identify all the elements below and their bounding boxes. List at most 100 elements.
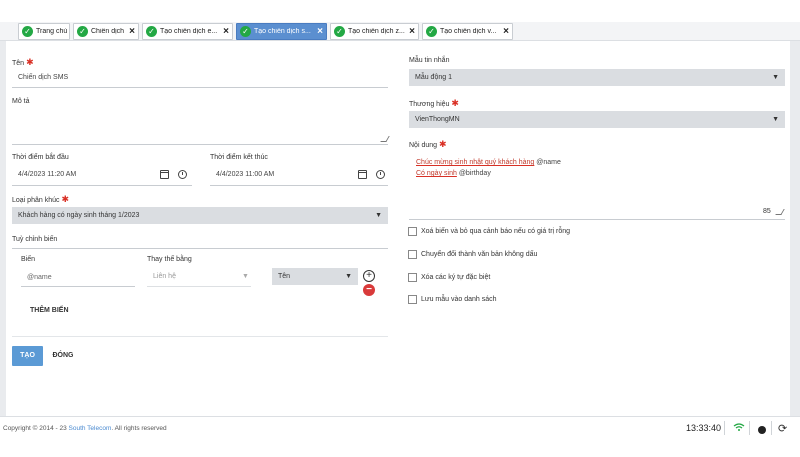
message-text: Có ngày sinh: [416, 170, 457, 177]
close-icon[interactable]: ×: [500, 26, 512, 37]
remove-row-button[interactable]: −: [363, 284, 375, 296]
check-circle-icon: ✓: [22, 26, 33, 37]
brand-value: VienThongMN: [415, 116, 460, 123]
tab-create-zalo-campaign[interactable]: ✓ Tạo chiến dịch z... ×: [330, 23, 419, 40]
option-label: Chuyển đổi thành văn bản không dấu: [421, 251, 538, 258]
top-bar: [0, 0, 800, 22]
divider: [724, 421, 725, 435]
check-circle-icon: ✓: [240, 26, 251, 37]
variable-name: @name: [27, 274, 52, 281]
description-textarea[interactable]: [12, 144, 388, 145]
add-variable-button[interactable]: THÊM BIẾN: [30, 307, 69, 314]
message-token: @name: [536, 159, 561, 166]
brand-link[interactable]: South Telecom: [69, 425, 112, 432]
brand-label: Thương hiệu ✱: [409, 98, 459, 108]
name-input[interactable]: Chiến dịch SMS: [18, 74, 68, 81]
template-value: Mẫu động 1: [415, 74, 452, 81]
clock-icon[interactable]: [178, 170, 187, 179]
close-icon[interactable]: ×: [220, 26, 232, 37]
required-asterisk: ✱: [26, 57, 34, 67]
divider: [749, 421, 750, 435]
variable-column-header: Biến: [21, 256, 36, 263]
tab-label: Tạo chiến dịch e...: [160, 28, 218, 35]
message-content-textarea[interactable]: Chúc mừng sinh nhật quý khách hàng @name…: [416, 157, 561, 179]
end-time-input[interactable]: 4/4/2023 11:00 AM: [216, 171, 274, 178]
resize-handle-icon[interactable]: [380, 136, 390, 142]
calendar-icon[interactable]: [358, 170, 367, 179]
tab-campaigns[interactable]: ✓ Chiến dịch ×: [73, 23, 139, 40]
segment-select[interactable]: Khách hàng có ngày sinh tháng 1/2023 ▼: [12, 207, 388, 224]
tab-label: Trang chủ: [36, 28, 68, 35]
wifi-icon: [733, 423, 745, 431]
chevron-down-icon: ▼: [375, 212, 382, 219]
clock-icon[interactable]: [376, 170, 385, 179]
status-dot-icon: [758, 426, 766, 434]
customize-variables-label: Tuỳ chỉnh biến: [12, 236, 58, 243]
add-row-button[interactable]: +: [363, 270, 375, 282]
character-count: 85: [763, 208, 771, 215]
description-label: Mô tả: [12, 98, 30, 105]
replace-source-underline: [147, 286, 251, 287]
close-button[interactable]: ĐÓNG: [48, 346, 78, 366]
checkbox-save-template[interactable]: [408, 295, 417, 304]
tab-home[interactable]: ✓ Trang chủ: [18, 23, 70, 40]
checkbox-remove-empty-vars[interactable]: [408, 227, 417, 236]
option-label: Lưu mẫu vào danh sách: [421, 296, 497, 303]
name-underline: [12, 87, 388, 88]
tab-create-sms-campaign[interactable]: ✓ Tạo chiến dịch s... ×: [236, 23, 327, 40]
footer: Copyright © 2014 - 23 South Telecom. All…: [0, 416, 800, 457]
close-icon[interactable]: ×: [126, 26, 138, 37]
content-label: Nội dung ✱: [409, 139, 447, 149]
create-button[interactable]: TẠO: [12, 346, 43, 366]
required-asterisk: ✱: [439, 139, 447, 149]
replace-column-header: Thay thế bằng: [147, 256, 192, 263]
check-circle-icon: ✓: [334, 26, 345, 37]
chevron-down-icon: ▼: [772, 74, 779, 81]
copyright-text: Copyright © 2014 - 23 South Telecom. All…: [3, 425, 167, 432]
template-label: Mẫu tin nhắn: [409, 57, 450, 64]
start-time-label: Thời điểm bắt đầu: [12, 154, 69, 161]
close-icon[interactable]: ×: [406, 26, 418, 37]
tab-create-voice-campaign[interactable]: ✓ Tạo chiến dịch v... ×: [422, 23, 513, 40]
chevron-down-icon: ▼: [242, 273, 249, 280]
option-label: Xoá biến và bỏ qua cảnh báo nếu có giá t…: [421, 228, 571, 235]
tab-bar: ✓ Trang chủ ✓ Chiến dịch × ✓ Tạo chiến d…: [0, 22, 800, 41]
name-label: Tên ✱: [12, 57, 34, 67]
section-divider: [12, 336, 388, 337]
variable-underline: [21, 286, 135, 287]
customize-divider: [12, 248, 388, 249]
tab-create-email-campaign[interactable]: ✓ Tạo chiến dịch e... ×: [142, 23, 233, 40]
check-circle-icon: ✓: [146, 26, 157, 37]
message-text: Chúc mừng sinh nhật quý khách hàng: [416, 159, 535, 166]
replace-field-select[interactable]: Tên ▼: [272, 268, 358, 285]
tab-label: Tạo chiến dịch z...: [348, 28, 405, 35]
tab-label: Tạo chiến dịch s...: [254, 28, 311, 35]
check-circle-icon: ✓: [426, 26, 437, 37]
option-label: Xóa các ký tự đặc biệt: [421, 274, 491, 281]
start-time-input[interactable]: 4/4/2023 11:20 AM: [18, 171, 76, 178]
replace-source-select[interactable]: Liên hệ: [153, 273, 176, 280]
segment-label: Loại phân khúc ✱: [12, 194, 70, 204]
template-select[interactable]: Mẫu động 1 ▼: [409, 69, 785, 86]
refresh-icon[interactable]: ⟳: [778, 422, 787, 435]
message-token: @birthday: [458, 170, 491, 177]
replace-field-value: Tên: [278, 273, 291, 280]
calendar-icon[interactable]: [160, 170, 169, 179]
check-circle-icon: ✓: [77, 26, 88, 37]
required-asterisk: ✱: [451, 98, 459, 108]
divider: [771, 421, 772, 435]
close-icon[interactable]: ×: [314, 26, 326, 37]
end-time-label: Thời điểm kết thúc: [210, 154, 268, 161]
checkbox-unaccent-text[interactable]: [408, 250, 417, 259]
campaign-form: Tên ✱ Chiến dịch SMS Mô tả Thời điểm bắt …: [6, 41, 790, 416]
checkbox-remove-special-chars[interactable]: [408, 273, 417, 282]
tab-label: Chiến dịch: [91, 28, 125, 35]
chevron-down-icon: ▼: [772, 116, 779, 123]
clock-time: 13:33:40: [686, 423, 722, 433]
brand-select[interactable]: VienThongMN ▼: [409, 111, 785, 128]
start-time-underline: [12, 185, 192, 186]
end-time-underline: [210, 185, 388, 186]
tab-label: Tạo chiến dịch v...: [440, 28, 497, 35]
required-asterisk: ✱: [61, 194, 70, 204]
segment-value: Khách hàng có ngày sinh tháng 1/2023: [18, 212, 140, 219]
